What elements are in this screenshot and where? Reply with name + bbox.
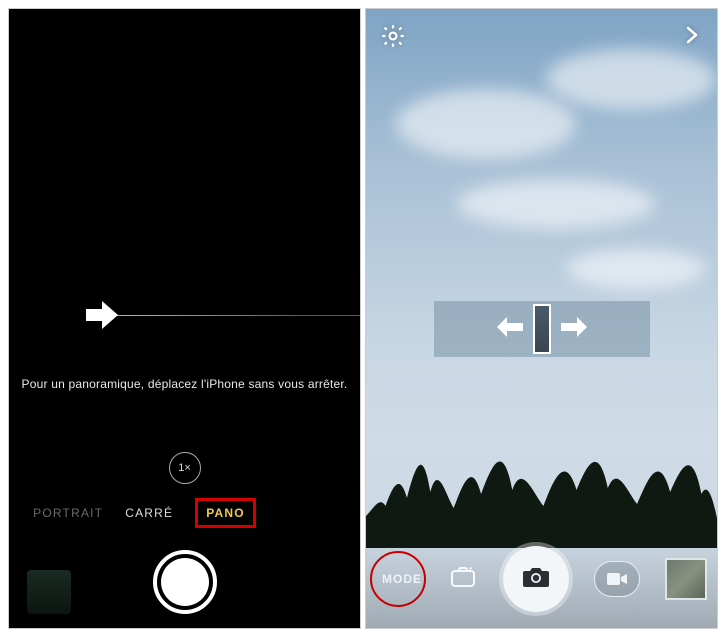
bottom-toolbar: MODE — [366, 538, 717, 628]
shutter-inner — [161, 558, 209, 606]
pano-guideline — [109, 315, 360, 316]
camera-icon — [521, 564, 551, 595]
mode-pano[interactable]: PANO — [195, 498, 256, 528]
android-camera-screen: MODE — [365, 8, 718, 629]
shutter-button[interactable] — [503, 546, 569, 612]
switch-camera-icon[interactable] — [449, 565, 477, 594]
sky-cloud — [456, 179, 656, 229]
arrow-right-icon — [559, 315, 589, 344]
pano-track — [9, 315, 360, 317]
iphone-camera-screen: Pour un panoramique, déplacez l'iPhone s… — [8, 8, 361, 629]
shutter-row — [9, 550, 360, 614]
last-photo-thumbnail[interactable] — [27, 570, 71, 614]
mode-button[interactable]: MODE — [376, 558, 428, 600]
mode-square[interactable]: CARRÉ — [125, 506, 173, 520]
mode-button-label: MODE — [382, 572, 422, 586]
camera-mode-selector[interactable]: PORTRAIT CARRÉ PANO — [9, 498, 360, 528]
chevron-right-icon[interactable] — [679, 23, 703, 54]
gallery-thumbnail[interactable] — [665, 558, 707, 600]
settings-icon[interactable] — [380, 23, 406, 54]
zoom-button[interactable]: 1× — [169, 452, 201, 484]
video-button[interactable] — [594, 561, 640, 597]
pano-preview-slit — [533, 304, 551, 354]
sky-cloud — [396, 89, 576, 159]
viewfinder-foreground — [366, 398, 717, 548]
shutter-button[interactable] — [153, 550, 217, 614]
sky-cloud — [546, 49, 716, 109]
pano-instruction-text: Pour un panoramique, déplacez l'iPhone s… — [9, 377, 360, 391]
mode-portrait[interactable]: PORTRAIT — [33, 506, 103, 520]
sky-cloud — [566, 249, 706, 289]
arrow-left-icon — [495, 315, 525, 344]
top-bar — [366, 23, 717, 54]
pano-direction-guide — [434, 301, 650, 357]
zoom-label: 1× — [178, 462, 191, 474]
pano-arrow-icon — [84, 299, 120, 336]
